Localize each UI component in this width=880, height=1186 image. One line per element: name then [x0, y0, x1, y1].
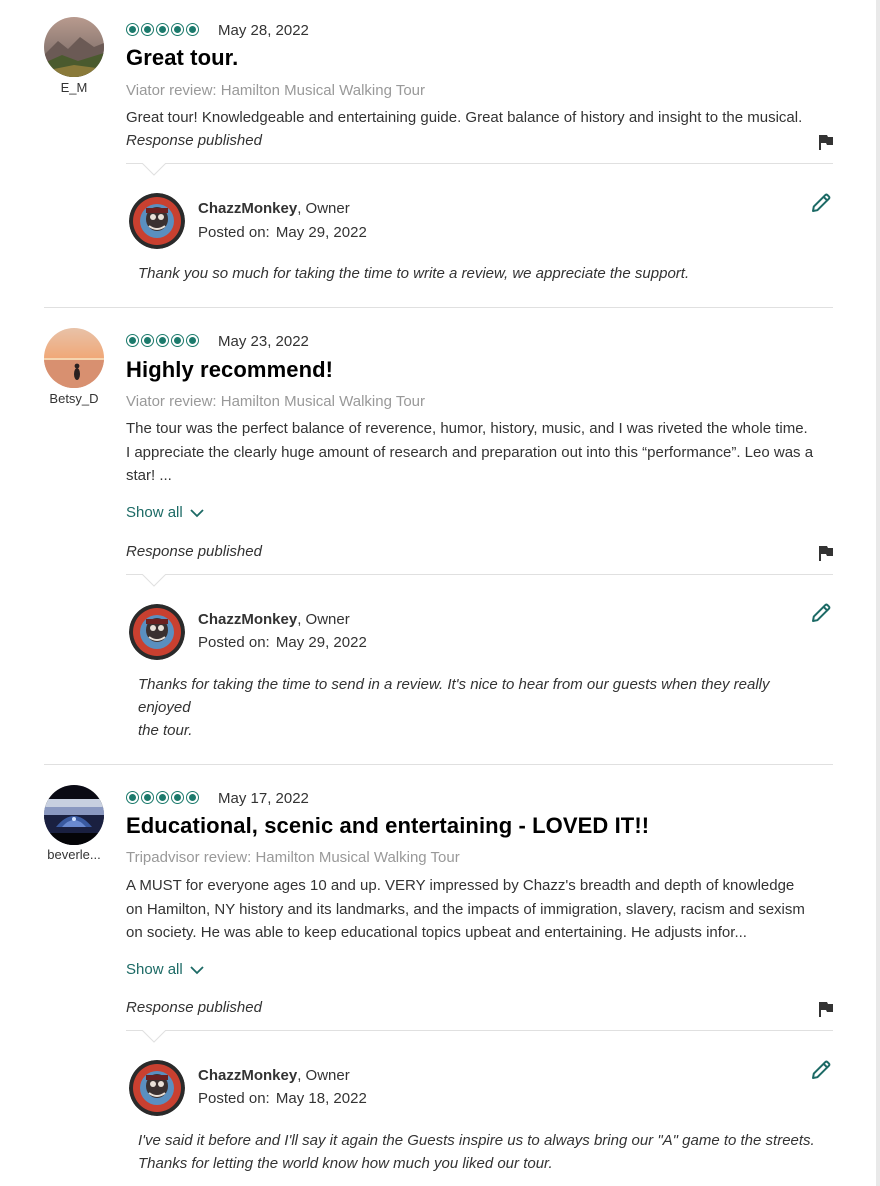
response-posted-date: Posted on: May 29, 2022	[198, 634, 367, 651]
reviewer-username[interactable]: beverle...	[38, 847, 110, 862]
review-source: Viator review: Hamilton Musical Walking …	[126, 82, 425, 99]
response-notch	[142, 574, 166, 588]
response-text: I've said it before and I'll say it agai…	[138, 1129, 838, 1175]
rating-bubble	[186, 334, 199, 347]
response-status: Response published	[126, 132, 262, 149]
rating-bubble	[141, 23, 154, 36]
response-text-line: the tour.	[138, 722, 193, 739]
review-body-line: A MUST for everyone ages 10 and up. VERY…	[126, 877, 795, 894]
response-divider	[126, 163, 833, 164]
pencil-icon[interactable]	[809, 1058, 833, 1082]
owner-avatar[interactable]	[129, 604, 185, 660]
review-body: A MUST for everyone ages 10 and up. VERY…	[126, 874, 838, 945]
flag-icon[interactable]	[818, 134, 834, 151]
review-body-line: star! ...	[126, 467, 172, 484]
posted-date: May 29, 2022	[275, 634, 367, 651]
owner-line: ChazzMonkey, Owner	[198, 1067, 350, 1084]
posted-label: Posted on:	[198, 224, 270, 241]
review-body-line: The tour was the perfect balance of reve…	[126, 420, 808, 437]
review-divider	[44, 307, 833, 308]
review-title[interactable]: Highly recommend!	[126, 357, 333, 383]
reviewer-avatar[interactable]	[44, 785, 104, 845]
owner-name[interactable]: ChazzMonkey	[198, 1067, 297, 1084]
owner-name[interactable]: ChazzMonkey	[198, 611, 297, 628]
response-notch	[142, 1030, 166, 1044]
reviewer-username[interactable]: Betsy_D	[38, 391, 110, 406]
reviewer-avatar[interactable]	[44, 328, 104, 388]
response-text-line: I've said it before and I'll say it agai…	[138, 1132, 815, 1149]
review-divider	[44, 764, 833, 765]
response-status: Response published	[126, 543, 262, 560]
response-text: Thank you so much for taking the time to…	[138, 265, 690, 282]
posted-label: Posted on:	[198, 1090, 270, 1107]
rating-bubble	[141, 791, 154, 804]
posted-date: May 18, 2022	[275, 1090, 367, 1107]
bubble-rating-icon	[126, 791, 199, 804]
response-notch	[142, 163, 166, 177]
rating-bubble	[141, 334, 154, 347]
review-title[interactable]: Great tour.	[126, 45, 238, 71]
rating-bubble	[126, 334, 139, 347]
reviewer-avatar[interactable]	[44, 17, 104, 77]
rating-bubble	[156, 23, 169, 36]
review-body-line: I appreciate the clearly huge amount of …	[126, 443, 814, 461]
response-divider	[126, 1030, 833, 1031]
review-body-line: on society. He was able to keep educatio…	[126, 924, 747, 941]
rating-bubble	[171, 334, 184, 347]
owner-avatar[interactable]	[129, 1060, 185, 1116]
owner-name[interactable]: ChazzMonkey	[198, 200, 297, 217]
rating-bubble	[126, 23, 139, 36]
review-date: May 17, 2022	[218, 790, 309, 807]
show-all-button[interactable]: Show all	[126, 504, 204, 521]
flag-icon[interactable]	[818, 1001, 834, 1018]
response-posted-date: Posted on: May 29, 2022	[198, 224, 367, 241]
owner-avatar[interactable]	[129, 193, 185, 249]
pencil-icon[interactable]	[809, 601, 833, 625]
rating-bubble	[156, 334, 169, 347]
posted-date: May 29, 2022	[275, 224, 367, 241]
rating-bubble	[171, 23, 184, 36]
review-source: Tripadvisor review: Hamilton Musical Wal…	[126, 849, 460, 866]
reviewer-username[interactable]: E_M	[38, 80, 110, 95]
review-body: Great tour! Knowledgeable and entertaini…	[126, 109, 803, 126]
posted-label: Posted on:	[198, 634, 270, 651]
rating-bubble	[186, 23, 199, 36]
bubble-rating-icon	[126, 23, 199, 36]
response-status: Response published	[126, 999, 262, 1016]
owner-line: ChazzMonkey, Owner	[198, 200, 350, 217]
show-all-label: Show all	[126, 961, 183, 978]
scrollbar-track[interactable]	[876, 0, 880, 1186]
response-text-line: Thanks for letting the world know how mu…	[138, 1155, 553, 1172]
rating-bubble	[171, 791, 184, 804]
response-text: Thanks for taking the time to send in a …	[138, 673, 838, 742]
chevron-down-icon	[190, 965, 204, 974]
chevron-down-icon	[190, 508, 204, 517]
show-all-button[interactable]: Show all	[126, 961, 204, 978]
response-text-line: enjoyed	[138, 699, 191, 716]
response-divider	[126, 574, 833, 575]
review-body: The tour was the perfect balance of reve…	[126, 417, 838, 488]
review-source: Viator review: Hamilton Musical Walking …	[126, 393, 425, 410]
bubble-rating-icon	[126, 334, 199, 347]
owner-role: , Owner	[297, 611, 350, 628]
owner-line: ChazzMonkey, Owner	[198, 611, 350, 628]
owner-role: , Owner	[297, 200, 350, 217]
response-text-line: Thanks for taking the time to send in a …	[138, 676, 770, 693]
rating-bubble	[186, 791, 199, 804]
show-all-label: Show all	[126, 504, 183, 521]
review-title[interactable]: Educational, scenic and entertaining - L…	[126, 813, 649, 839]
rating-bubble	[126, 791, 139, 804]
flag-icon[interactable]	[818, 545, 834, 562]
review-date: May 28, 2022	[218, 22, 309, 39]
review-date: May 23, 2022	[218, 333, 309, 350]
owner-role: , Owner	[297, 1067, 350, 1084]
response-posted-date: Posted on: May 18, 2022	[198, 1090, 367, 1107]
rating-bubble	[156, 791, 169, 804]
review-body-line: on Hamilton, NY history and its landmark…	[126, 900, 805, 918]
pencil-icon[interactable]	[809, 191, 833, 215]
